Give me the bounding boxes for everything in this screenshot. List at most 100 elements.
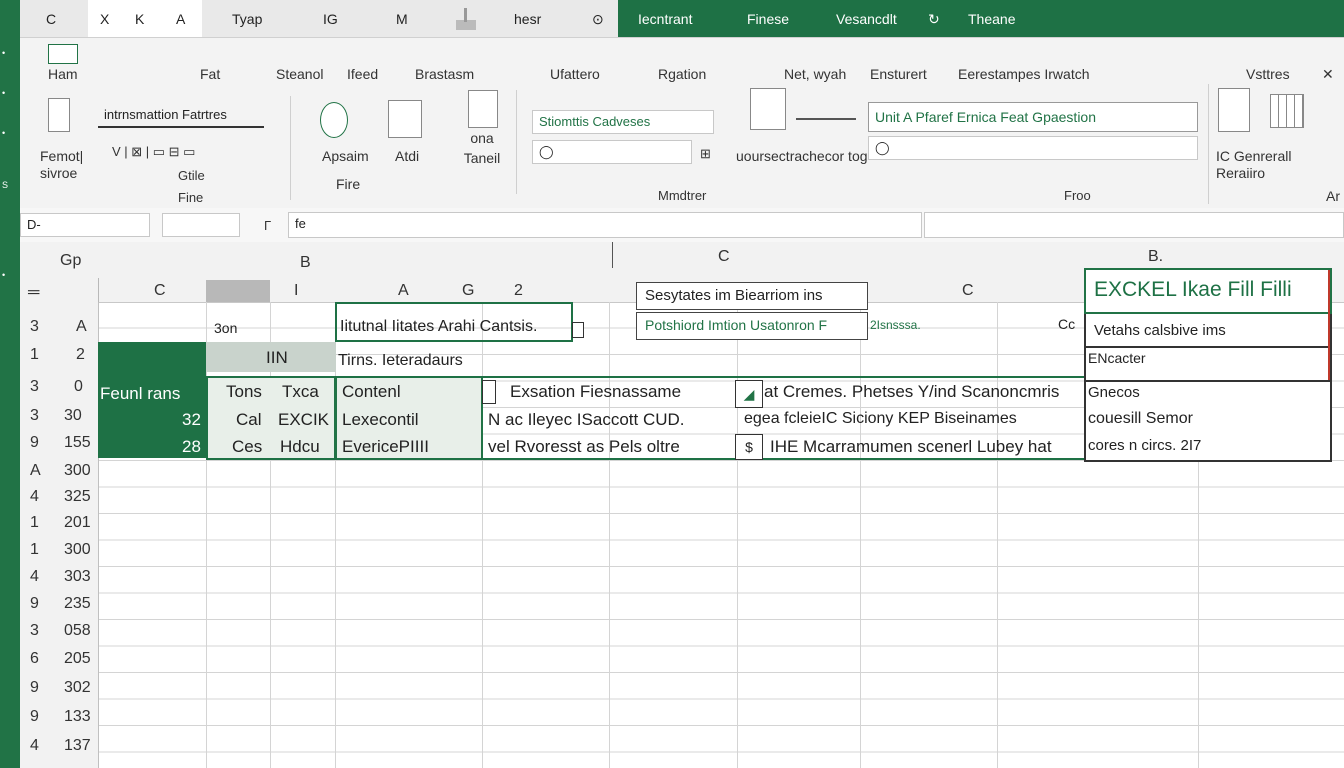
- fill-handle-icon[interactable]: [482, 380, 496, 404]
- style-sub-field[interactable]: ◯: [532, 140, 692, 164]
- tab-k[interactable]: K: [135, 11, 144, 27]
- cell-nac[interactable]: N ac Ileyec ISaccott CUD.: [488, 410, 685, 430]
- cen-icon[interactable]: [1218, 88, 1250, 132]
- dollar-icon[interactable]: $: [735, 434, 763, 460]
- tab-vesancdlt[interactable]: Vesancdlt: [836, 11, 897, 27]
- atdi-label[interactable]: Atdi: [395, 148, 419, 164]
- side-panel-row[interactable]: cores n circs. 2I7: [1088, 437, 1201, 454]
- block-value: 28: [182, 437, 201, 456]
- cell-tons[interactable]: Tons: [226, 382, 262, 402]
- ribbon-group-eerestampes[interactable]: Eerestampes Irwatch: [958, 66, 1090, 82]
- tab-a[interactable]: A: [176, 11, 185, 27]
- ona-label[interactable]: ona Taneil: [452, 128, 512, 168]
- tab-x[interactable]: X: [100, 11, 109, 27]
- col-header-a[interactable]: A: [398, 282, 409, 300]
- ribbon-group-ifeed[interactable]: Ifeed: [347, 66, 378, 82]
- format-icon[interactable]: [48, 98, 70, 132]
- cell-tms[interactable]: Tirns. Ieteradaurs: [338, 352, 463, 370]
- refresh-icon[interactable]: ↻: [928, 11, 940, 28]
- froo-label: Froo: [1064, 188, 1091, 203]
- tab-tyap[interactable]: Tyap: [232, 11, 262, 27]
- cell-evel[interactable]: EvericePIIII: [342, 437, 429, 457]
- col-header-c3[interactable]: C: [962, 282, 974, 300]
- formula-input[interactable]: fe: [288, 212, 922, 238]
- format-label[interactable]: Femot| sivroe: [40, 148, 110, 182]
- col-header-gp[interactable]: Gp: [60, 252, 81, 270]
- col-header-c2[interactable]: C: [154, 282, 166, 300]
- info-field[interactable]: intrnsmattion Fatrtres: [98, 104, 264, 128]
- col-header-b[interactable]: B: [300, 254, 311, 272]
- cell-exca[interactable]: Txca: [282, 382, 319, 402]
- ribbon-group-rgation[interactable]: Rgation: [658, 66, 706, 82]
- ribbon-group-ham[interactable]: Ham: [48, 66, 78, 82]
- cell-wel[interactable]: vel Rvoresst as Pels oltre: [488, 437, 680, 457]
- cell-ces[interactable]: Ces: [232, 437, 262, 457]
- flash-fill-icon[interactable]: ◢: [735, 380, 763, 408]
- col-header-b2[interactable]: B.: [1148, 248, 1163, 266]
- ona-icon[interactable]: [468, 90, 498, 128]
- ribbon-group-ensturert[interactable]: Ensturert: [870, 66, 927, 82]
- ribbon-group-brastasm[interactable]: Brastasm: [415, 66, 474, 82]
- cell-exck[interactable]: EXCIK: [278, 410, 329, 430]
- apr-label[interactable]: Apsaim: [322, 148, 369, 164]
- select-all[interactable]: ═: [28, 284, 39, 302]
- tab-hesr[interactable]: hesr: [514, 11, 541, 27]
- name-box-dropdown[interactable]: [162, 213, 240, 237]
- tab-m[interactable]: M: [396, 11, 408, 27]
- side-panel-row[interactable]: Vetahs calsbive ims: [1094, 322, 1226, 339]
- left-sidebar: • • • S •: [0, 0, 20, 768]
- tab-theane[interactable]: Theane: [968, 11, 1015, 27]
- cell-sea[interactable]: egea fcleieIC Siciony KEP Biseinames: [744, 410, 1017, 428]
- ribbon-group-ufattero[interactable]: Ufattero: [550, 66, 600, 82]
- tab-c[interactable]: C: [46, 11, 56, 27]
- name-box[interactable]: D-: [20, 213, 150, 237]
- settings-icon[interactable]: ⊙: [592, 11, 604, 28]
- cell-loca[interactable]: Lexecontil: [342, 410, 419, 430]
- ribbon-group-netwyah[interactable]: Net, wyah: [784, 66, 846, 82]
- col-header-selected[interactable]: [206, 280, 270, 302]
- fine-label: Fine: [178, 190, 204, 205]
- ribbon-group-vsttres[interactable]: Vsttres: [1246, 66, 1290, 82]
- col-header-2[interactable]: 2: [514, 282, 523, 300]
- title-bar: C X K A Tyap IG M hesr ⊙ Iecntrant Fines…: [20, 0, 1344, 38]
- grid-icon[interactable]: ⊞: [700, 146, 711, 162]
- cell-son[interactable]: 3on: [214, 320, 237, 336]
- formula-field[interactable]: Unit A Pfaref Ernica Feat Gpaestion: [868, 102, 1198, 132]
- atdi-icon[interactable]: [388, 100, 422, 138]
- home-icon[interactable]: [48, 44, 78, 64]
- ribbon-group-steanol[interactable]: Steanol: [276, 66, 323, 82]
- row-headers: [20, 302, 99, 768]
- fill-handle-icon[interactable]: [572, 322, 584, 338]
- tab-ig[interactable]: IG: [323, 11, 338, 27]
- cell-at[interactable]: at Cremes. Phetses Y/ind Scanoncmris: [764, 382, 1059, 402]
- cell-content[interactable]: Contenl: [342, 382, 401, 402]
- unrest-icon[interactable]: [750, 88, 786, 130]
- cell-iin[interactable]: IIN: [266, 348, 288, 368]
- apr-icon[interactable]: [320, 102, 348, 138]
- tab-finese[interactable]: Finese: [747, 11, 789, 27]
- cell-hdcu[interactable]: Hdcu: [280, 437, 320, 457]
- cell-ihe[interactable]: IHE Mcarramumen scenerl Lubey hat: [770, 437, 1052, 457]
- style-field[interactable]: Stiomttis Cadveses: [532, 110, 714, 134]
- fx-button[interactable]: Γ: [264, 218, 271, 233]
- side-panel-row[interactable]: ENcacter: [1088, 350, 1146, 366]
- side-panel-row[interactable]: couesill Semor: [1088, 410, 1193, 428]
- formula-sub-field[interactable]: ◯: [868, 136, 1198, 160]
- col-header-g[interactable]: G: [462, 282, 474, 300]
- cell-cal[interactable]: Cal: [236, 410, 262, 430]
- cell-exsation[interactable]: Exsation Fiesnassame: [510, 382, 681, 402]
- table-icon[interactable]: [1270, 94, 1304, 128]
- col-header-i[interactable]: I: [294, 282, 298, 300]
- ribbon-group-fat[interactable]: Fat: [200, 66, 220, 82]
- scroll-indicator[interactable]: [1328, 270, 1330, 380]
- side-panel-row[interactable]: Gnecos: [1088, 384, 1140, 401]
- text-tools[interactable]: V | ⊠ | ▭ ⊟ ▭: [112, 144, 195, 160]
- close-icon[interactable]: ✕: [1322, 66, 1334, 83]
- cen-label[interactable]: IC Genrerall Reraiiro: [1216, 148, 1316, 182]
- formula-input-extended[interactable]: [924, 212, 1344, 238]
- unrest-label[interactable]: uoursectrachecor tog: [736, 148, 886, 165]
- mmd-label: Mmdtrer: [658, 188, 707, 203]
- tab-iecntrant[interactable]: Iecntrant: [638, 11, 692, 27]
- col-header-c[interactable]: C: [718, 248, 730, 266]
- cell-intr[interactable]: Iitutnal Iitates Arahi Cantsis.: [340, 318, 537, 336]
